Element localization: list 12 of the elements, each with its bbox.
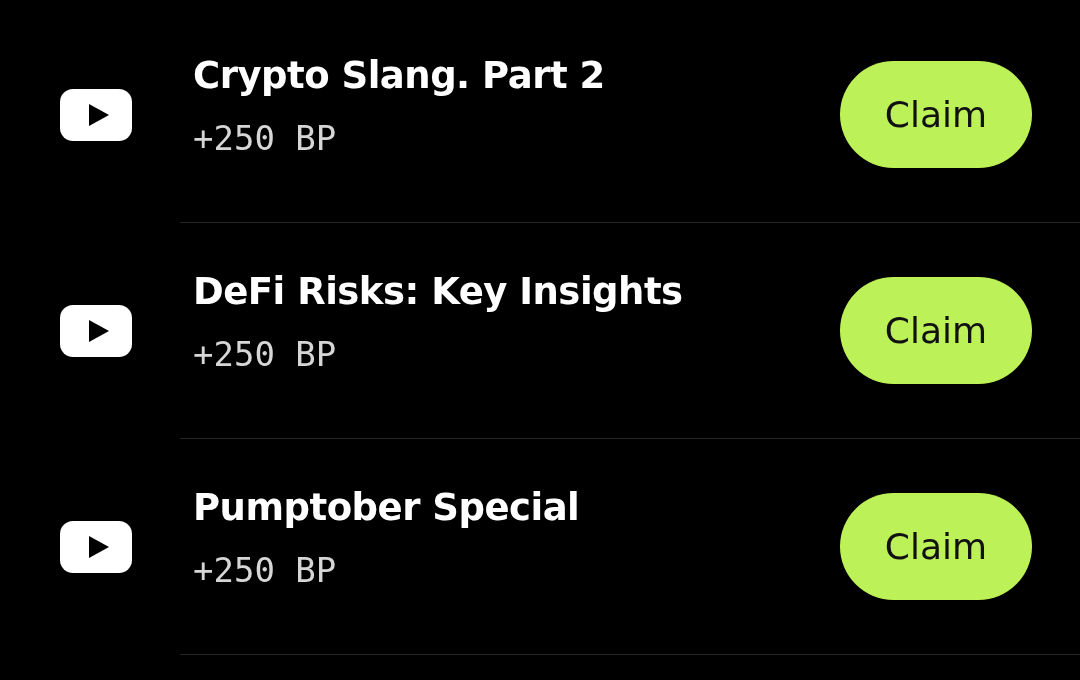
reward-points: +250 BP [193,333,338,374]
claim-button[interactable]: Claim [840,277,1032,384]
task-title: Pumptober Special [193,484,580,531]
task-title: Crypto Slang. Part 2 [193,52,605,99]
play-icon [60,89,132,141]
play-icon [60,521,132,573]
claim-button[interactable]: Claim [840,493,1032,600]
task-title: DeFi Risks: Key Insights [193,268,683,315]
claim-button[interactable]: Claim [840,61,1032,168]
reward-points: +250 BP [193,117,338,158]
reward-points: +250 BP [193,549,338,590]
play-icon [60,305,132,357]
